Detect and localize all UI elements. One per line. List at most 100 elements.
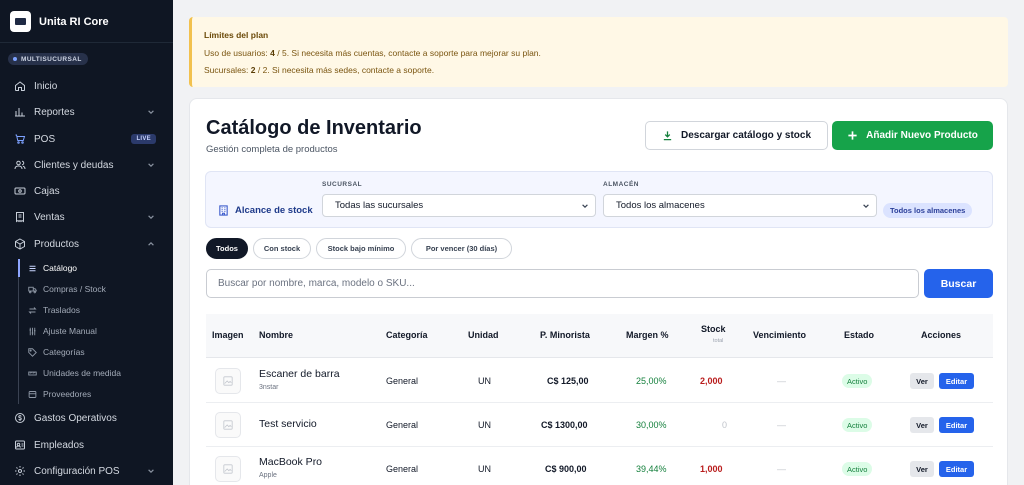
product-expiry: — xyxy=(777,464,786,474)
product-stock: 1,000 xyxy=(700,464,723,474)
status-dot-icon xyxy=(13,57,17,61)
edit-button[interactable]: Editar xyxy=(939,373,974,389)
chevron-down-icon xyxy=(147,213,155,221)
page-title: Catálogo de Inventario xyxy=(206,117,422,139)
dollar-icon xyxy=(14,412,26,424)
warehouse-select-value: Todos los almacenes xyxy=(616,200,705,211)
image-placeholder-icon xyxy=(215,412,241,438)
alert-branches-prefix: Sucursales: xyxy=(204,65,251,75)
sidebar-subitem-proveedores[interactable]: Proveedores xyxy=(19,385,169,403)
branch-filter-label: SUCURSAL xyxy=(322,181,363,188)
search-button[interactable]: Buscar xyxy=(924,269,993,298)
view-button[interactable]: Ver xyxy=(910,417,934,433)
warehouse-filter-label: ALMACÉN xyxy=(603,181,639,188)
table-row: Test servicio General UN C$ 1300,00 30,0… xyxy=(206,403,993,447)
sidebar-subitem-label: Ajuste Manual xyxy=(43,326,97,336)
app-name: Unita RI Core xyxy=(39,15,109,28)
sidebar-item-empleados[interactable]: Empleados xyxy=(0,434,173,456)
sidebar-subitem-label: Traslados xyxy=(43,305,81,315)
download-icon xyxy=(662,130,673,141)
add-product-button[interactable]: Añadir Nuevo Producto xyxy=(832,121,993,150)
sidebar-subitem-traslados[interactable]: Traslados xyxy=(19,301,169,319)
sidebar-item-inicio[interactable]: Inicio xyxy=(0,75,173,97)
sidebar-subitem-unidades[interactable]: Unidades de medida xyxy=(19,364,169,382)
download-catalog-label: Descargar catálogo y stock xyxy=(680,130,812,141)
cash-icon xyxy=(14,185,26,197)
product-category: General xyxy=(386,464,419,474)
sidebar-subitem-compras[interactable]: Compras / Stock xyxy=(19,280,169,298)
scope-pill: Todos los almacenes xyxy=(883,203,973,218)
stock-scope-panel: Alcance de stock SUCURSAL Todas las sucu… xyxy=(205,171,993,228)
add-product-label: Añadir Nuevo Producto xyxy=(866,130,978,141)
sidebar-item-configuracion[interactable]: Configuración POS xyxy=(0,460,173,482)
edit-button[interactable]: Editar xyxy=(939,417,974,433)
transfer-icon xyxy=(28,306,37,315)
cart-icon xyxy=(14,133,26,145)
sidebar-item-pos[interactable]: POS LIVE xyxy=(0,128,173,150)
search-placeholder: Buscar por nombre, marca, modelo o SKU..… xyxy=(218,278,415,289)
warehouse-select[interactable]: Todos los almacenes xyxy=(603,194,877,217)
filter-chip-con-stock[interactable]: Con stock xyxy=(253,238,311,259)
product-name: Test servicio xyxy=(259,418,317,430)
chevron-up-icon xyxy=(147,240,155,248)
chevron-down-icon xyxy=(862,202,870,210)
filter-chip-todos[interactable]: Todos xyxy=(206,238,248,259)
tag-icon xyxy=(28,347,37,357)
chart-icon xyxy=(14,106,26,118)
col-category: Categoría xyxy=(386,330,428,340)
sidebar-subitem-catalogo[interactable]: Catálogo xyxy=(18,259,169,277)
alert-users-line: Uso de usuarios: 4 / 5. Si necesita más … xyxy=(204,48,541,58)
sidebar-item-clientes[interactable]: Clientes y deudas xyxy=(0,154,173,176)
filter-chip-por-vencer[interactable]: Por vencer (30 días) xyxy=(411,238,512,259)
users-icon xyxy=(14,159,26,171)
col-actions: Acciones xyxy=(921,330,962,340)
sidebar-subitem-label: Proveedores xyxy=(43,389,92,399)
brand[interactable]: Unita RI Core xyxy=(10,11,109,32)
sidebar-item-label: Cajas xyxy=(34,185,60,197)
sidebar-subitem-label: Compras / Stock xyxy=(43,284,106,294)
home-icon xyxy=(14,80,26,92)
col-unit: Unidad xyxy=(468,330,499,340)
inventory-card: Catálogo de Inventario Gestión completa … xyxy=(189,98,1008,485)
ruler-icon xyxy=(28,369,37,378)
alert-branches-line: Sucursales: 2 / 2. Si necesita más sedes… xyxy=(204,65,434,75)
view-button[interactable]: Ver xyxy=(910,373,934,389)
gear-icon xyxy=(14,465,26,477)
sidebar-item-label: Gastos Operativos xyxy=(34,412,117,424)
product-stock: 0 xyxy=(722,420,728,430)
product-name: MacBook Pro xyxy=(259,456,323,468)
branch-select[interactable]: Todas las sucursales xyxy=(322,194,596,217)
product-expiry: — xyxy=(777,420,786,430)
sidebar-subitem-label: Categorías xyxy=(43,347,85,357)
product-price: C$ 125,00 xyxy=(547,376,589,386)
image-placeholder-icon xyxy=(215,368,241,394)
filter-chip-stock-bajo[interactable]: Stock bajo mínimo xyxy=(316,238,406,259)
sidebar-divider xyxy=(0,42,173,43)
col-image: Imagen xyxy=(212,330,244,340)
view-button[interactable]: Ver xyxy=(910,461,934,477)
active-indicator xyxy=(18,259,20,277)
productos-subnav: Catálogo Compras / Stock Traslados Ajust… xyxy=(18,259,173,404)
sidebar-item-ventas[interactable]: Ventas xyxy=(0,206,173,228)
search-input[interactable]: Buscar por nombre, marca, modelo o SKU..… xyxy=(206,269,919,298)
sidebar-item-productos[interactable]: Productos xyxy=(0,233,173,255)
page-subtitle: Gestión completa de productos xyxy=(206,144,338,155)
product-margin: 30,00% xyxy=(636,420,667,430)
chevron-down-icon xyxy=(147,108,155,116)
branch-mode-label: MULTISUCURSAL xyxy=(21,55,82,63)
download-catalog-button[interactable]: Descargar catálogo y stock xyxy=(645,121,828,150)
sidebar-item-label: Ventas xyxy=(34,211,65,223)
sidebar-item-reportes[interactable]: Reportes xyxy=(0,101,173,123)
edit-button[interactable]: Editar xyxy=(939,461,974,477)
sidebar-item-cajas[interactable]: Cajas xyxy=(0,180,173,202)
sidebar-subitem-label: Catálogo xyxy=(43,263,78,273)
alert-users-prefix: Uso de usuarios: xyxy=(204,48,271,58)
sidebar-subitem-ajuste[interactable]: Ajuste Manual xyxy=(19,322,169,340)
sidebar-item-gastos[interactable]: Gastos Operativos xyxy=(0,407,173,429)
sidebar-subitem-categorias[interactable]: Categorías xyxy=(19,343,169,361)
status-badge: Activo xyxy=(842,418,873,432)
sidebar-item-label: Productos xyxy=(34,238,80,250)
chevron-down-icon xyxy=(147,161,155,169)
col-status: Estado xyxy=(844,330,875,340)
sliders-icon xyxy=(28,327,37,336)
